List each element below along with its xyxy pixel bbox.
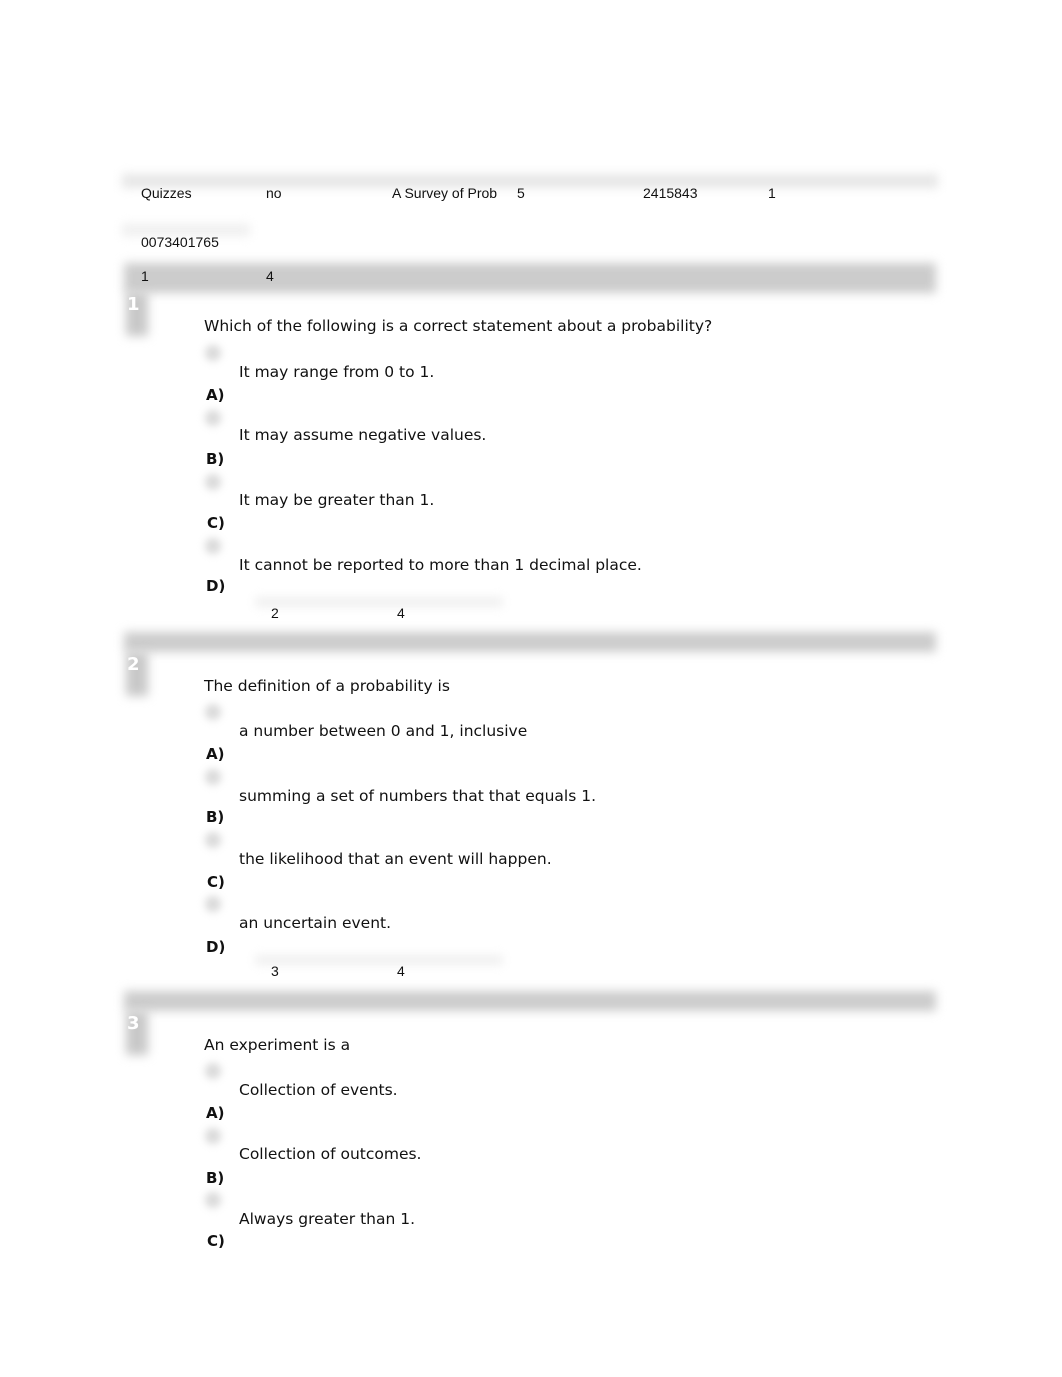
question-text: An experiment is a bbox=[204, 1036, 351, 1054]
radio-button[interactable] bbox=[205, 896, 221, 912]
question-text: The definition of a probability is bbox=[204, 677, 450, 695]
header-id: 2415843 bbox=[643, 185, 698, 201]
question-bar-bg bbox=[124, 991, 936, 1011]
question-footer-bg bbox=[255, 598, 503, 606]
question-footer-options: 4 bbox=[397, 963, 405, 979]
question-footer-index: 2 bbox=[271, 605, 279, 621]
option-text: Collection of outcomes. bbox=[239, 1145, 422, 1163]
option-label: C) bbox=[207, 873, 225, 891]
header-chapter: 5 bbox=[517, 185, 525, 201]
radio-button[interactable] bbox=[205, 1192, 221, 1208]
radio-button[interactable] bbox=[205, 345, 221, 361]
radio-button[interactable] bbox=[205, 704, 221, 720]
question-number: 3 bbox=[127, 1013, 140, 1034]
option-label: D) bbox=[206, 938, 226, 956]
option-label: A) bbox=[206, 386, 225, 404]
option-text: a number between 0 and 1, inclusive bbox=[239, 722, 528, 740]
question-bar-bg bbox=[124, 632, 936, 652]
question-number: 2 bbox=[127, 654, 140, 675]
header-question-options: 4 bbox=[266, 268, 274, 284]
radio-button[interactable] bbox=[205, 1063, 221, 1079]
header-row-bg bbox=[122, 174, 938, 188]
question-footer-bg bbox=[255, 956, 503, 964]
option-label: B) bbox=[206, 808, 225, 826]
option-label: B) bbox=[206, 1169, 225, 1187]
option-text: It cannot be reported to more than 1 dec… bbox=[239, 556, 642, 574]
question-footer-options: 4 bbox=[397, 605, 405, 621]
option-text: It may range from 0 to 1. bbox=[239, 363, 435, 381]
radio-button[interactable] bbox=[205, 538, 221, 554]
option-text: Collection of events. bbox=[239, 1081, 398, 1099]
radio-button[interactable] bbox=[205, 410, 221, 426]
option-text: Always greater than 1. bbox=[239, 1210, 416, 1228]
header-row3-bg bbox=[124, 263, 936, 293]
question-number: 1 bbox=[127, 294, 140, 315]
option-label: C) bbox=[207, 1232, 225, 1250]
option-text: an uncertain event. bbox=[239, 914, 392, 932]
option-text: It may be greater than 1. bbox=[239, 491, 435, 509]
header-count: 1 bbox=[768, 185, 776, 201]
radio-button[interactable] bbox=[205, 474, 221, 490]
header-flag: no bbox=[266, 185, 282, 201]
option-text: the likelihood that an event will happen… bbox=[239, 850, 552, 868]
option-label: C) bbox=[207, 514, 225, 532]
option-text: It may assume negative values. bbox=[239, 426, 487, 444]
question-footer-index: 3 bbox=[271, 963, 279, 979]
option-text: summing a set of numbers that that equal… bbox=[239, 787, 596, 805]
radio-button[interactable] bbox=[205, 1128, 221, 1144]
option-label: A) bbox=[206, 745, 225, 763]
question-text: Which of the following is a correct stat… bbox=[204, 317, 713, 335]
option-label: B) bbox=[206, 450, 225, 468]
radio-button[interactable] bbox=[205, 832, 221, 848]
header-question-index: 1 bbox=[141, 268, 149, 284]
header-course-title: A Survey of Prob bbox=[392, 185, 498, 201]
header-category: Quizzes bbox=[141, 185, 192, 201]
option-label: A) bbox=[206, 1104, 225, 1122]
option-label: D) bbox=[206, 577, 226, 595]
header-isbn: 0073401765 bbox=[141, 234, 219, 250]
radio-button[interactable] bbox=[205, 769, 221, 785]
